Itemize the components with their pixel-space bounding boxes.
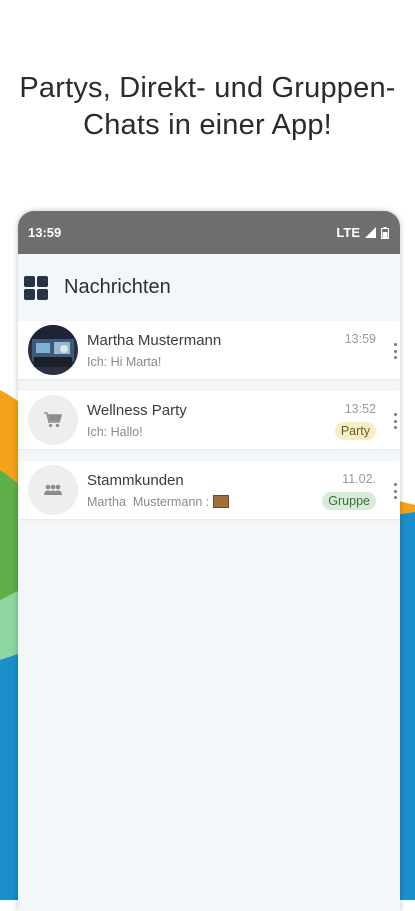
chat-item-stammkunden[interactable]: Stammkunden Martha Mustermann : 11.02. G…	[18, 461, 400, 519]
image-icon	[213, 495, 230, 508]
avatar	[28, 395, 78, 445]
cart-icon	[44, 412, 62, 428]
headline-line-1: Partys, Direkt- und Gruppen-	[19, 72, 396, 104]
chat-time: 13:52	[344, 402, 376, 416]
signal-icon	[365, 227, 376, 238]
chat-preview: Ich: Hi Marta!	[87, 354, 400, 370]
chat-meta: 13:52 Party	[334, 401, 376, 440]
chat-meta: 11.02. Gruppe	[322, 471, 376, 510]
chat-time: 13:59	[344, 332, 376, 346]
party-badge: Party	[334, 422, 376, 440]
avatar-photo	[28, 325, 78, 375]
avatar	[28, 465, 78, 515]
chat-preview-text: Ich: Hallo!	[87, 424, 143, 439]
status-bar: 13:59 LTE	[18, 211, 400, 254]
more-options-icon[interactable]	[393, 343, 397, 359]
network-label: LTE	[336, 225, 360, 240]
more-options-icon[interactable]	[393, 483, 397, 499]
chat-item-martha-mustermann[interactable]: Martha Mustermann Ich: Hi Marta! 13:59	[18, 321, 400, 379]
chat-list: Martha Mustermann Ich: Hi Marta! 13:59 W…	[18, 321, 400, 519]
more-options-icon[interactable]	[393, 413, 397, 429]
phone-frame: 13:59 LTE Nachrichten Martha Mustermann …	[18, 211, 400, 911]
status-indicators: LTE	[336, 225, 389, 240]
battery-icon	[381, 226, 389, 239]
grid-icon[interactable]	[24, 275, 48, 300]
chat-time: 11.02.	[342, 472, 376, 486]
avatar	[28, 325, 78, 375]
group-icon	[44, 484, 62, 495]
chat-meta: 13:59	[345, 331, 376, 347]
chat-preview-text: Ich: Hi Marta!	[87, 354, 162, 369]
chat-preview-text: Martha Mustermann :	[87, 494, 210, 509]
page-title: Nachrichten	[64, 276, 171, 298]
gruppe-badge: Gruppe	[322, 492, 376, 510]
headline-line-2: Chats in einer App!	[83, 109, 332, 141]
status-time: 13:59	[28, 225, 62, 240]
chat-item-wellness-party[interactable]: Wellness Party Ich: Hallo! 13:52 Party	[18, 391, 400, 449]
app-bar: Nachrichten	[18, 254, 400, 321]
headline: Partys, Direkt- und Gruppen- Chats in ei…	[0, 70, 415, 144]
